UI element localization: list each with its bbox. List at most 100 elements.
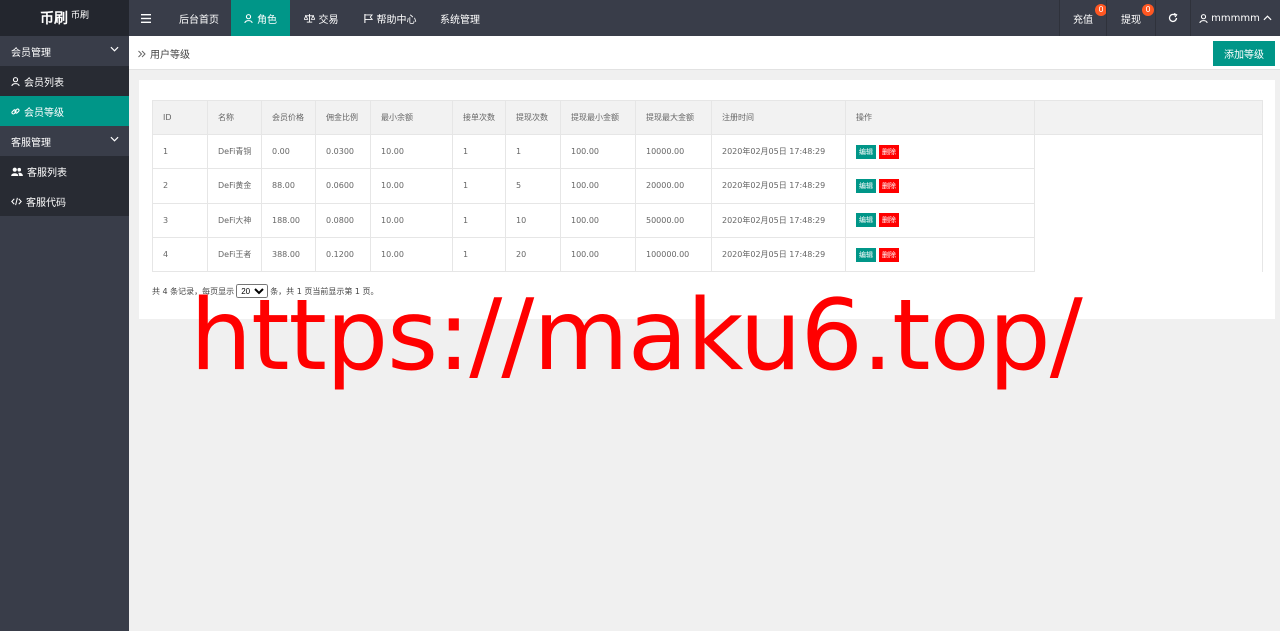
column-header: 提现最小金额	[560, 100, 636, 135]
user-icon	[1199, 13, 1208, 23]
username: mmmmm	[1211, 12, 1260, 24]
table-cell: DeFi大神	[207, 202, 262, 238]
level-table: ID 名称 会员价格 佣金比例 最小余额 接单次数 提现次数 提现最小金额 提现…	[152, 100, 1263, 273]
table-cell: 100.00	[560, 202, 636, 238]
recharge-button[interactable]: 充值 0	[1060, 0, 1107, 36]
table-cell: 0.0800	[315, 202, 371, 238]
users-icon	[11, 167, 23, 176]
edit-button[interactable]: 编辑	[856, 213, 876, 228]
chevron-up-icon	[1263, 15, 1272, 21]
column-header: 最小余额	[370, 100, 453, 135]
table-cell: 10.00	[370, 236, 453, 273]
column-header: 接单次数	[452, 100, 506, 135]
table-cell: 10000.00	[635, 133, 712, 170]
table-cell-empty	[1034, 134, 1263, 272]
actions-cell: 编辑 删除	[845, 168, 1035, 204]
table-cell: 2	[152, 168, 208, 204]
delete-button[interactable]: 删除	[879, 213, 899, 228]
sidebar-item-label: 客服代码	[26, 197, 66, 209]
table-cell: 88.00	[261, 168, 316, 204]
delete-button[interactable]: 删除	[879, 178, 899, 193]
sidebar-item-label: 会员列表	[24, 77, 64, 89]
column-header: 操作	[845, 100, 1035, 135]
nav-home[interactable]: 后台首页	[167, 0, 231, 36]
table-cell: 100000.00	[635, 236, 712, 273]
link-icon	[11, 108, 20, 114]
table-cell: 0.00	[261, 133, 316, 170]
table-cell: 10.00	[370, 133, 453, 170]
nav-trade-label: 交易	[318, 14, 339, 26]
sidebar-group-members[interactable]: 会员管理	[0, 36, 129, 66]
logo-text: 币刷	[39, 11, 68, 27]
table-cell: 100.00	[560, 236, 636, 273]
delete-button[interactable]: 删除	[879, 247, 899, 262]
sidebar-item-service-list[interactable]: 客服列表	[0, 156, 129, 186]
nav-roles-label: 角色	[257, 14, 277, 26]
nav-system[interactable]: 系统管理	[428, 0, 492, 36]
table-cell: 3	[152, 202, 208, 238]
table-header-row: ID 名称 会员价格 佣金比例 最小余额 接单次数 提现次数 提现最小金额 提现…	[152, 100, 1263, 135]
chevron-down-icon	[110, 136, 119, 142]
table-cell: DeFi王者	[207, 236, 262, 273]
table-cell: 188.00	[261, 202, 316, 238]
nav-roles[interactable]: 角色	[231, 0, 290, 36]
user-icon	[11, 76, 20, 86]
actions-cell: 编辑 删除	[845, 236, 1035, 273]
nav-help[interactable]: 帮助中心	[352, 0, 428, 36]
sidebar-item-member-list[interactable]: 会员列表	[0, 66, 129, 96]
table-cell: 10.00	[370, 202, 453, 238]
sidebar-item-service-code[interactable]: 客服代码	[0, 186, 129, 216]
user-icon	[244, 13, 253, 23]
sidebar-group-service[interactable]: 客服管理	[0, 126, 129, 156]
sidebar-item-label: 客服列表	[27, 167, 67, 179]
table-cell: 2020年02月05日 17:48:29	[711, 168, 846, 204]
logo[interactable]: 币刷 币刷	[0, 0, 129, 36]
column-header: ID	[152, 100, 208, 135]
nav-trade[interactable]: 交易	[290, 0, 352, 36]
edit-button[interactable]: 编辑	[856, 178, 876, 193]
delete-button[interactable]: 删除	[879, 144, 899, 159]
table-cell: DeFi青铜	[207, 133, 262, 170]
add-level-button[interactable]: 添加等级	[1213, 41, 1275, 66]
table-cell: 0.1200	[315, 236, 371, 273]
table-cell: DeFi黄金	[207, 168, 262, 204]
refresh-button[interactable]	[1156, 0, 1190, 36]
menu-toggle-button[interactable]	[129, 0, 167, 36]
top-navbar: 币刷 币刷 后台首页 角色 交易 帮助中心 系统管理 充值 0 提现 0 mmm…	[0, 0, 1280, 36]
sidebar-group-label: 客服管理	[11, 137, 51, 149]
code-icon	[11, 197, 22, 205]
table-cell: 1	[452, 133, 506, 170]
recharge-label: 充值	[1073, 14, 1093, 26]
column-header: 会员价格	[261, 100, 316, 135]
sidebar-group-label: 会员管理	[11, 47, 51, 59]
edit-button[interactable]: 编辑	[856, 247, 876, 262]
page-title: 用户等级	[150, 50, 190, 61]
withdraw-button[interactable]: 提现 0	[1107, 0, 1155, 36]
column-header: 提现最大金额	[635, 100, 712, 135]
table-cell: 100.00	[560, 168, 636, 204]
nav-system-label: 系统管理	[440, 14, 480, 26]
column-header: 佣金比例	[315, 100, 371, 135]
breadcrumb: 用户等级	[138, 46, 190, 61]
table-cell: 1	[452, 236, 506, 273]
table-cell: 100.00	[560, 133, 636, 170]
table-cell: 1	[452, 168, 506, 204]
refresh-icon	[1168, 13, 1178, 23]
actions-cell: 编辑 删除	[845, 133, 1035, 170]
table-cell: 20000.00	[635, 168, 712, 204]
table-cell: 4	[152, 236, 208, 273]
chevron-down-icon	[110, 46, 119, 52]
sidebar-item-member-level[interactable]: 会员等级	[0, 96, 129, 126]
table-cell: 10	[505, 202, 561, 238]
table-cell: 10.00	[370, 168, 453, 204]
hamburger-icon	[141, 13, 151, 23]
table-cell: 0.0300	[315, 133, 371, 170]
column-header: 注册时间	[711, 100, 846, 135]
table-cell: 2020年02月05日 17:48:29	[711, 133, 846, 170]
edit-button[interactable]: 编辑	[856, 144, 876, 159]
user-menu[interactable]: mmmmm	[1191, 0, 1280, 36]
table-row: 1 DeFi青铜 0.00 0.0300 10.00 1 1 100.00 10…	[152, 133, 1263, 272]
logo-subtext: 币刷	[70, 10, 89, 21]
breadcrumb-bar: 用户等级 添加等级	[129, 36, 1280, 70]
table-cell: 0.0600	[315, 168, 371, 204]
